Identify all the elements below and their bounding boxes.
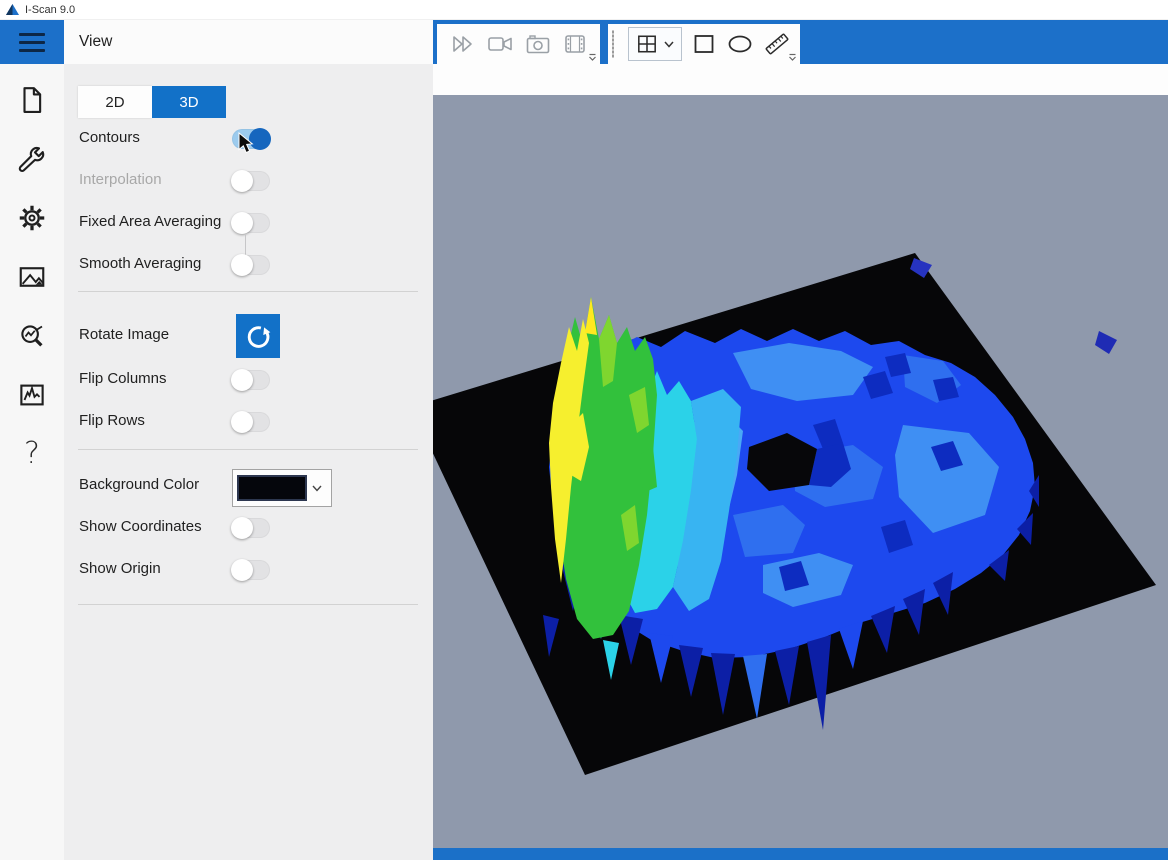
sidebar-item-settings[interactable] <box>0 188 64 247</box>
movie-button[interactable] <box>563 33 587 55</box>
snapshot-button[interactable] <box>525 33 551 55</box>
image-icon <box>17 262 47 292</box>
movie-icon <box>563 33 587 55</box>
fixed-area-averaging-label: Fixed Area Averaging <box>79 213 221 230</box>
ellipse-tool-button[interactable] <box>726 33 754 55</box>
toolbar-drag-handle[interactable] <box>612 30 614 58</box>
fast-forward-icon <box>451 34 475 54</box>
pressure-3d-viewport[interactable] <box>433 95 1168 848</box>
gear-icon <box>17 203 47 233</box>
rectangle-tool-icon <box>692 33 716 55</box>
ellipse-tool-icon <box>726 33 754 55</box>
flip-columns-label: Flip Columns <box>79 370 167 387</box>
show-origin-label: Show Origin <box>79 560 161 577</box>
tools-toolbar-group <box>608 24 800 64</box>
toolbar-overflow-icon[interactable] <box>788 53 797 62</box>
rectangle-tool-button[interactable] <box>692 33 716 55</box>
view-mode-3d-button[interactable]: 3D <box>152 86 226 118</box>
sidebar-item-image[interactable] <box>0 247 64 306</box>
record-movie-button[interactable] <box>487 34 513 54</box>
panel-header: View <box>0 20 433 64</box>
zoom-analysis-icon <box>17 321 47 351</box>
toggle-connector-line <box>245 234 246 256</box>
flip-rows-toggle[interactable] <box>232 412 270 432</box>
playback-toolbar-group <box>437 24 600 64</box>
interpolation-label: Interpolation <box>79 171 162 188</box>
hamburger-menu-button[interactable] <box>0 20 64 64</box>
video-camera-icon <box>487 34 513 54</box>
view-mode-2d-button[interactable]: 2D <box>78 86 152 118</box>
toolbar-overflow-icon[interactable] <box>588 53 597 62</box>
background-color-dropdown[interactable] <box>232 469 332 507</box>
interpolation-toggle <box>232 171 270 191</box>
background-color-swatch <box>237 475 307 501</box>
grid-split-dropdown[interactable] <box>628 27 682 61</box>
divider <box>78 291 418 292</box>
left-panel-column: View <box>0 20 433 860</box>
flip-columns-toggle[interactable] <box>232 370 270 390</box>
fast-forward-button[interactable] <box>451 34 475 54</box>
sidebar: ? <box>0 64 64 860</box>
sidebar-item-document[interactable] <box>0 70 64 129</box>
titlebar: I-Scan 9.0 <box>0 0 1168 20</box>
sidebar-item-help[interactable]: ? <box>0 424 64 483</box>
divider <box>78 449 418 450</box>
contours-label: Contours <box>79 129 140 146</box>
show-origin-toggle[interactable] <box>232 560 270 580</box>
viewport-bottom-bar <box>433 848 1168 860</box>
show-coordinates-label: Show Coordinates <box>79 518 202 535</box>
sidebar-item-tools[interactable] <box>0 129 64 188</box>
chevron-down-icon <box>307 485 327 492</box>
ruler-tool-button[interactable] <box>764 32 790 56</box>
flip-rows-label: Flip Rows <box>79 412 145 429</box>
graph-icon <box>17 380 47 410</box>
sidebar-item-graph[interactable] <box>0 365 64 424</box>
divider <box>78 604 418 605</box>
rotate-image-button[interactable] <box>236 314 280 358</box>
show-coordinates-toggle[interactable] <box>232 518 270 538</box>
chevron-down-icon <box>664 41 674 48</box>
document-icon <box>17 85 47 115</box>
workspace-column <box>433 20 1168 860</box>
view-mode-segmented-control: 2D 3D <box>78 86 226 118</box>
wrench-icon <box>17 144 47 174</box>
app-title: I-Scan 9.0 <box>25 4 75 16</box>
toolbar <box>433 20 1168 64</box>
smooth-averaging-label: Smooth Averaging <box>79 255 201 272</box>
smooth-averaging-toggle[interactable] <box>232 255 270 275</box>
viewport-top-margin <box>433 64 1168 95</box>
hamburger-icon <box>19 33 45 36</box>
background-color-label: Background Color <box>79 476 199 493</box>
pressure-3d-surface <box>433 95 1168 848</box>
view-settings-panel: 2D 3D Contours Interpolation Fixed Area … <box>64 64 433 860</box>
contours-toggle[interactable] <box>232 129 270 149</box>
panel-title: View <box>64 20 112 64</box>
snapshot-camera-icon <box>525 33 551 55</box>
grid-split-icon <box>636 34 658 54</box>
ruler-icon <box>764 32 790 56</box>
fixed-area-averaging-toggle[interactable] <box>232 213 270 233</box>
sidebar-item-analysis[interactable] <box>0 306 64 365</box>
rotate-image-label: Rotate Image <box>79 326 169 343</box>
app-logo-icon <box>6 4 19 15</box>
help-icon: ? <box>24 439 40 469</box>
rotate-icon <box>245 323 272 350</box>
